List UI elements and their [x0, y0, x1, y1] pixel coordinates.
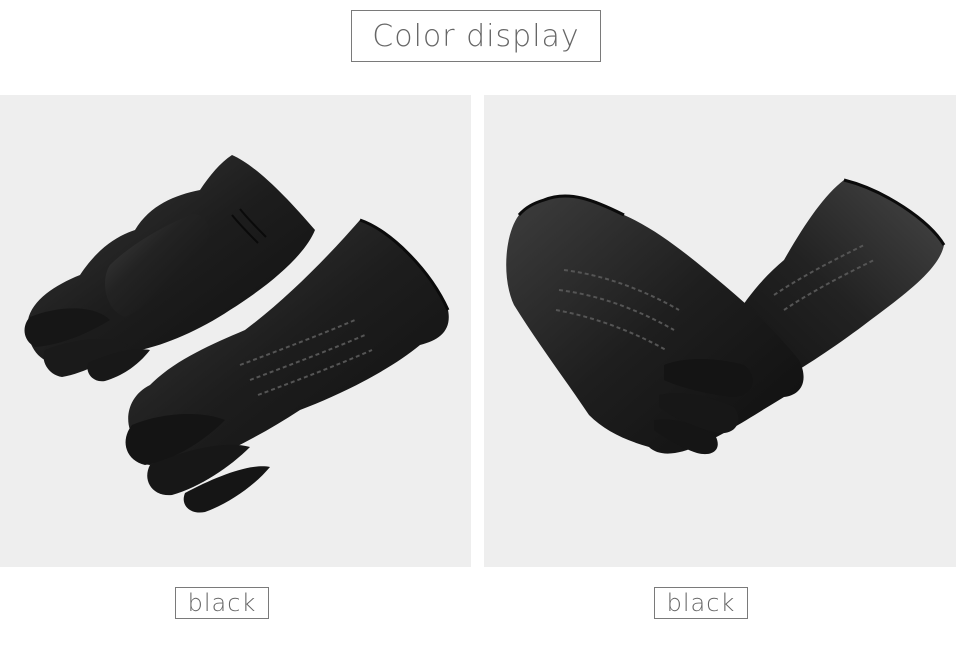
gloves-flat-illustration: [24, 155, 450, 513]
color-label-right: black: [654, 587, 748, 619]
color-label-right-text: black: [666, 589, 736, 617]
gloves-crossed-illustration: [506, 178, 946, 455]
product-photo-gloves-crossed: [484, 95, 956, 567]
glove-left: [506, 194, 804, 455]
product-photo-gloves-flat: [0, 95, 471, 567]
color-display-page: Color display black black: [0, 0, 960, 651]
section-title-text: Color display: [372, 18, 580, 54]
section-title: Color display: [351, 10, 601, 62]
color-label-left-text: black: [187, 589, 257, 617]
color-label-left: black: [175, 587, 269, 619]
